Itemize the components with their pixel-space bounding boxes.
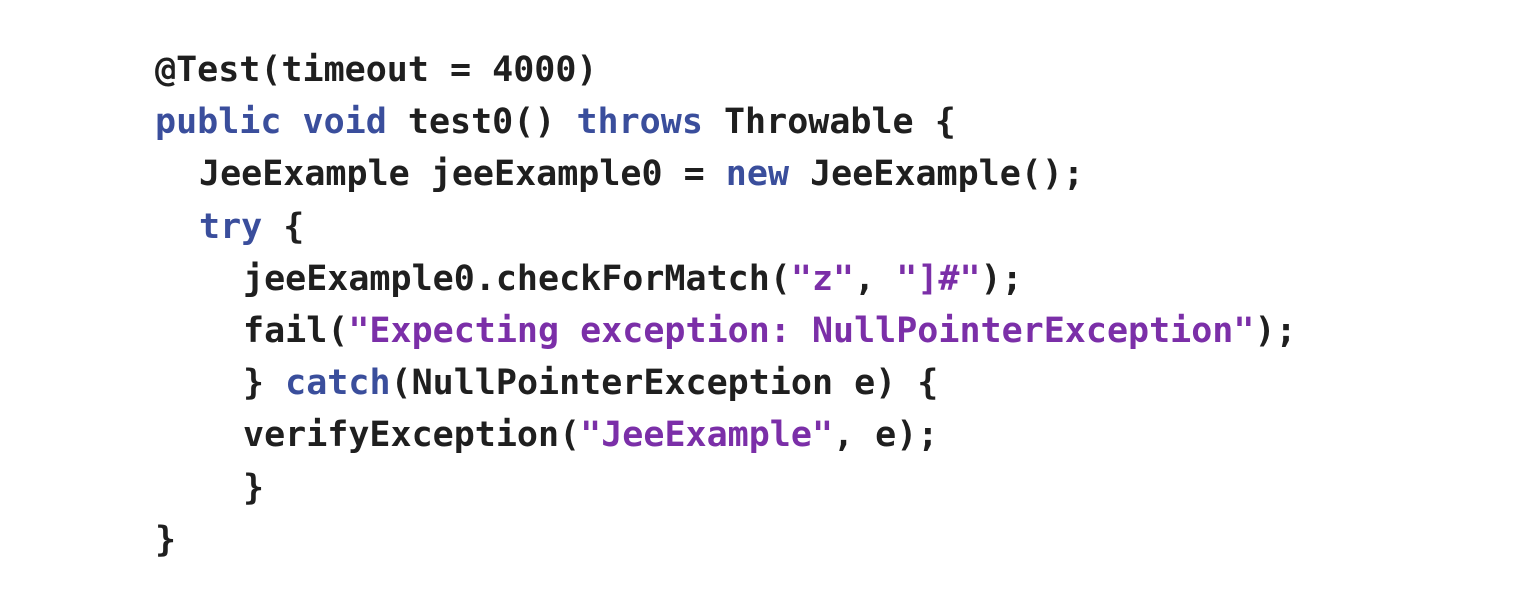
code-keyword: throws bbox=[576, 102, 703, 143]
code-keyword: new bbox=[725, 154, 790, 195]
code-text: { bbox=[262, 206, 305, 247]
code-text: , e); bbox=[833, 415, 939, 456]
code-keyword: void bbox=[302, 102, 387, 143]
code-line: } bbox=[155, 514, 1297, 566]
code-line: jeeExample0.checkForMatch("z", "]#"); bbox=[155, 253, 1297, 305]
code-line: public void test0() throws Throwable { bbox=[155, 96, 1297, 148]
code-keyword: catch bbox=[285, 363, 391, 404]
code-text: } bbox=[243, 363, 286, 404]
code-string: "]#" bbox=[896, 258, 981, 299]
code-text: verifyException( bbox=[243, 415, 581, 456]
code-text: test0() bbox=[386, 102, 577, 143]
code-line: } catch(NullPointerException e) { bbox=[155, 357, 1297, 409]
code-text: JeeExample(); bbox=[789, 154, 1085, 195]
code-line: verifyException("JeeExample", e); bbox=[155, 409, 1297, 461]
code-text: jeeExample0.checkForMatch( bbox=[243, 258, 791, 299]
code-text: } bbox=[243, 467, 265, 508]
code-text: @Test(timeout = 4000) bbox=[155, 50, 598, 90]
code-text: fail( bbox=[243, 310, 349, 351]
code-string: "Expecting exception: NullPointerExcepti… bbox=[348, 310, 1255, 351]
code-line: @Test(timeout = 4000) bbox=[155, 44, 1297, 96]
code-string: "JeeExample" bbox=[580, 415, 834, 456]
code-line: } bbox=[155, 462, 1297, 514]
code-text: ); bbox=[980, 258, 1023, 299]
code-text: ); bbox=[1254, 310, 1297, 351]
code-text: JeeExample jeeExample0 = bbox=[199, 154, 726, 195]
code-text: , bbox=[854, 258, 897, 299]
code-text: (NullPointerException e) { bbox=[390, 363, 939, 404]
code-text: } bbox=[155, 519, 177, 560]
code-line: JeeExample jeeExample0 = new JeeExample(… bbox=[155, 148, 1297, 200]
code-line: try { bbox=[155, 201, 1297, 253]
code-keyword: public bbox=[155, 102, 282, 143]
code-line: fail("Expecting exception: NullPointerEx… bbox=[155, 305, 1297, 357]
code-listing: @Test(timeout = 4000) public void test0()… bbox=[155, 44, 1297, 566]
code-string: "z" bbox=[790, 258, 855, 299]
code-keyword: try bbox=[199, 206, 263, 247]
code-text: Throwable { bbox=[702, 102, 956, 143]
